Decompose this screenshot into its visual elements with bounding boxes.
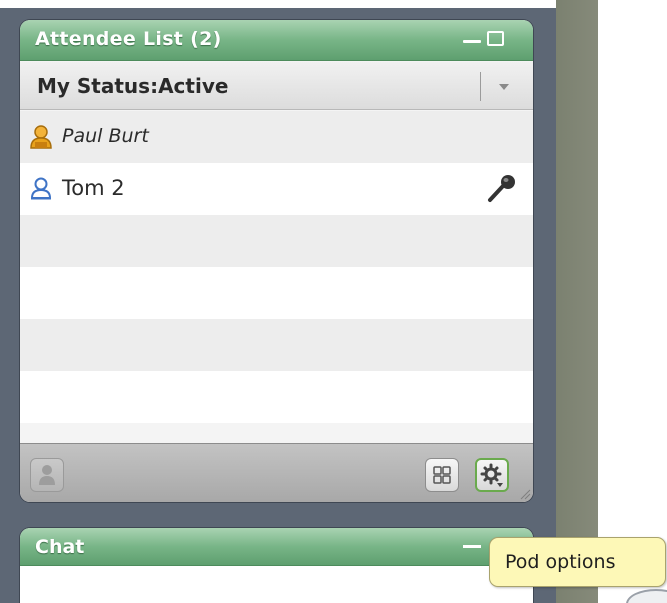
minimize-icon[interactable] [463,545,481,548]
chat-pod: Chat [20,528,533,603]
minimize-icon[interactable] [463,40,481,43]
attendee-name: Paul Burt [62,125,149,147]
chat-pod-title: Chat [35,536,85,558]
attendee-list-pod: Attendee List (2) My Status:Active Paul … [20,20,533,502]
raise-hand-button[interactable] [30,458,64,492]
attendee-pod-footer [20,443,533,502]
microphone-icon [486,172,518,208]
attendee-pod-title: Attendee List (2) [35,28,222,50]
pod-options-tooltip: Pod options [489,537,666,587]
change-view-button[interactable] [425,458,459,492]
resize-grip-icon[interactable] [519,488,531,500]
maximize-icon[interactable] [487,31,504,46]
pod-options-button[interactable] [475,458,509,492]
attendee-name: Tom 2 [62,176,125,200]
gear-icon [480,463,503,487]
list-item[interactable]: Paul Burt [20,111,533,163]
stage-edge [556,0,598,603]
person-up-icon [39,465,55,485]
list-item [20,215,533,267]
attendee-list: Paul Burt Tom 2 [20,111,533,441]
my-status-label: My Status:Active [37,74,229,98]
participant-person-icon [29,176,53,204]
list-item [20,267,533,319]
chat-pod-header[interactable]: Chat [20,528,533,566]
my-status-dropdown[interactable]: My Status:Active [20,62,533,110]
dropdown-divider [480,72,481,101]
attendee-pod-header[interactable]: Attendee List (2) [20,20,533,61]
grid-view-icon [433,466,451,484]
list-item [20,371,533,423]
host-person-icon [28,124,54,154]
chevron-down-icon[interactable] [499,84,509,90]
list-item [20,319,533,371]
list-item[interactable]: Tom 2 [20,163,533,215]
tooltip-text: Pod options [505,551,616,573]
